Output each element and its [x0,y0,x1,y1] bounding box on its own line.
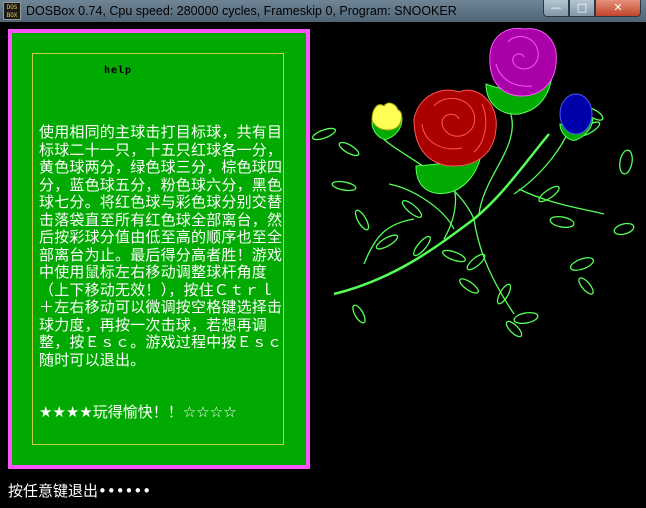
yellow-bud [371,102,403,131]
help-body-text: 使用相同的主球击打目标球，共有目标球二十一只，十五只红球各一分，黄色球两分，绿色… [39,123,283,369]
dos-screen[interactable]: help 使用相同的主球击打目标球，共有目标球二十一只，十五只红球各一分，黄色球… [4,24,642,504]
exit-prompt: 按任意键退出•••••• [8,482,152,500]
minimize-icon: — [550,1,562,14]
title-bar[interactable]: DOS BOX DOSBox 0.74, Cpu speed: 280000 c… [0,0,646,22]
help-panel: help 使用相同的主球击打目标球，共有目标球二十一只，十五只红球各一分，黄色球… [8,29,310,469]
dosbox-logo-icon[interactable]: DOS BOX [3,2,21,20]
help-heading: help [104,65,133,76]
minimize-button[interactable]: — [543,0,569,17]
help-stars-line: ★★★★玩得愉快！！☆☆☆☆ [39,403,237,421]
close-icon: ✕ [613,1,623,14]
red-rose [413,89,497,167]
rose-decoration [311,27,635,338]
window-title: DOSBox 0.74, Cpu speed: 280000 cycles, F… [26,4,457,18]
help-panel-inner: help 使用相同的主球击打目标球，共有目标球二十一只，十五只红球各一分，黄色球… [12,33,306,465]
maximize-button[interactable]: □ [569,0,595,17]
close-button[interactable]: ✕ [595,0,641,17]
maximize-icon: □ [576,1,588,14]
blue-bud [559,93,593,135]
